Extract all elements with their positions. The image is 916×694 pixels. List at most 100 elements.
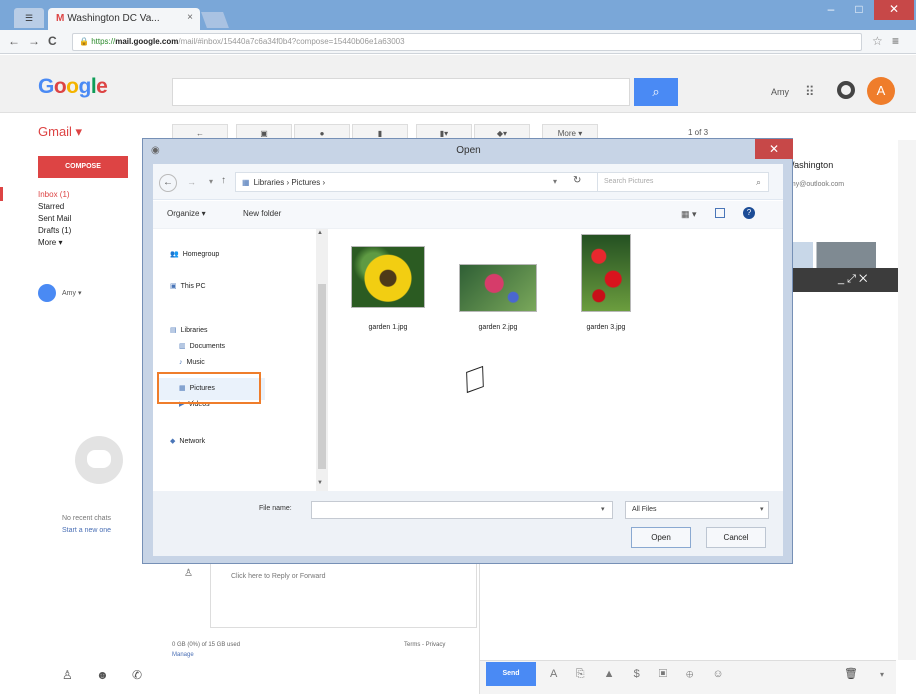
hangouts-user-menu[interactable]: Amy ▾ — [62, 289, 81, 297]
google-header: Google ⌕ Amy ⠿ A — [0, 55, 916, 113]
tree-label: Libraries — [180, 327, 208, 334]
folder-inbox[interactable]: Inbox (1) — [38, 190, 70, 199]
more-options-icon[interactable]: ▾ — [880, 670, 884, 679]
folder-starred[interactable]: Starred — [38, 202, 64, 211]
google-logo[interactable]: Google — [38, 75, 108, 99]
hangouts-footer-icons[interactable]: ♙ ☻ ✆ — [62, 668, 152, 682]
compose-button[interactable]: COMPOSE — [38, 156, 128, 178]
header-user-name[interactable]: Amy — [771, 87, 789, 97]
open-file-dialog: ◉ Open ✕ ← → ▾ ↑ ▦ Libraries › Pictures ›… — [142, 138, 793, 564]
page-scrollbar[interactable] — [898, 140, 916, 660]
window-maximize-button[interactable]: □ — [846, 0, 872, 20]
window-minimize-button[interactable]: – — [818, 0, 844, 20]
browser-menu-button[interactable]: ≡ — [892, 34, 899, 48]
music-icon: ♪ — [179, 359, 183, 366]
refresh-icon[interactable]: ↻ — [573, 175, 581, 186]
dialog-close-button[interactable]: ✕ — [755, 139, 793, 159]
tree-label: Documents — [189, 343, 226, 350]
help-icon[interactable]: ? — [743, 207, 755, 219]
url-path: /mail/#inbox/15440a7c6a34f0b4?compose=15… — [178, 37, 405, 46]
view-options-icon[interactable]: ▦ ▾ — [681, 209, 697, 220]
folder-sent[interactable]: Sent Mail — [38, 214, 71, 223]
search-placeholder: Search Pictures — [604, 178, 654, 185]
tree-documents[interactable]: ▥ Documents — [179, 342, 225, 350]
tree-homegroup[interactable]: 👥 Homegroup — [170, 250, 219, 258]
back-icon[interactable]: ← — [8, 34, 20, 48]
filetype-dropdown-icon[interactable]: ▾ — [760, 505, 764, 513]
file-name-label: File name: — [259, 505, 292, 512]
cancel-button[interactable]: Cancel — [706, 527, 766, 548]
path-dropdown-icon[interactable]: ▾ — [553, 177, 557, 186]
history-dropdown-icon[interactable]: ▾ — [209, 177, 213, 186]
tree-label: This PC — [180, 283, 206, 290]
url-domain: mail.google.com — [115, 37, 179, 46]
garden-2-label[interactable]: garden 2.jpg — [459, 324, 537, 331]
tree-network[interactable]: ◆ Network — [170, 437, 205, 445]
tab-title: Washington DC Va... — [67, 13, 160, 24]
scroll-down-icon[interactable]: ▼ — [317, 480, 323, 486]
user-avatar-icon[interactable] — [38, 284, 56, 302]
garden-1-label[interactable]: garden 1.jpg — [351, 324, 425, 331]
dialog-body: ← → ▾ ↑ ▦ Libraries › Pictures › ▾ ↻ Sear… — [153, 164, 783, 556]
file-type-select[interactable]: All Files — [625, 501, 769, 519]
garden-3-thumbnail[interactable] — [581, 234, 631, 312]
folder-more[interactable]: More ▾ — [38, 238, 62, 247]
back-icon[interactable]: ← — [159, 174, 177, 192]
manage-storage-link[interactable]: Manage — [172, 652, 194, 658]
tree-label: Music — [186, 359, 205, 366]
send-button[interactable]: Send — [486, 662, 536, 686]
preview-pane-icon[interactable] — [715, 208, 725, 218]
terms-privacy-link[interactable]: Terms - Privacy — [404, 642, 445, 648]
search-icon: ⌕ — [756, 177, 762, 187]
dialog-command-bar: Organize ▾ New folder ▦ ▾ ? — [153, 201, 783, 229]
dialog-bottom-panel: File name: ▾ All Files ▾ Open Cancel — [153, 491, 783, 556]
avatar[interactable]: A — [867, 77, 895, 105]
open-button[interactable]: Open — [631, 527, 691, 548]
garden-3-label[interactable]: garden 3.jpg — [573, 324, 639, 331]
apps-grid-icon[interactable]: ⠿ — [805, 84, 815, 100]
message-pager: 1 of 3 — [688, 128, 709, 137]
filename-dropdown-icon[interactable]: ▾ — [601, 505, 605, 513]
reply-box[interactable]: Click here to Reply or Forward — [210, 560, 477, 628]
bookmark-star-icon[interactable]: ☆ — [872, 34, 883, 48]
notifications-icon[interactable] — [837, 81, 855, 99]
scroll-up-icon[interactable]: ▲ — [317, 230, 323, 236]
up-folder-icon[interactable]: ↑ — [221, 175, 226, 186]
gmail-menu[interactable]: Gmail ▾ — [38, 124, 82, 140]
dialog-navigation-bar: ← → ▾ ↑ ▦ Libraries › Pictures › ▾ ↻ Sear… — [153, 164, 783, 200]
browser-toolbar: ← → C 🔒 https://mail.google.com/mail/#in… — [0, 30, 916, 54]
garden-1-thumbnail[interactable] — [351, 246, 425, 308]
google-search-input[interactable] — [172, 78, 630, 106]
tree-this-pc[interactable]: ▣ This PC — [170, 282, 206, 290]
computer-icon: ▣ — [170, 283, 177, 290]
garden-2-thumbnail[interactable] — [459, 264, 537, 312]
folder-drafts[interactable]: Drafts (1) — [38, 226, 71, 235]
forward-icon[interactable]: → — [187, 177, 196, 187]
scrollbar-thumb[interactable] — [318, 284, 326, 469]
discard-draft-icon[interactable]: 🗑 — [844, 667, 858, 680]
forward-icon[interactable]: → — [28, 34, 40, 48]
new-folder-button[interactable]: New folder — [243, 209, 281, 218]
url-scheme: https:// — [91, 37, 116, 46]
compose-format-icons[interactable]: A ⎘ ▲ $ ▣ ⊕ ☺ — [550, 668, 732, 681]
homegroup-icon: 👥 — [170, 251, 179, 258]
dialog-search-input[interactable]: Search Pictures ⌕ — [597, 172, 769, 192]
browser-tab[interactable]: M Washington DC Va... × — [48, 8, 200, 30]
network-icon: ◆ — [170, 438, 176, 445]
tree-libraries[interactable]: ▤ Libraries — [170, 326, 207, 334]
start-new-chat-link[interactable]: Start a new one — [62, 527, 111, 534]
tab-close-icon[interactable]: × — [187, 12, 193, 23]
new-tab-button[interactable] — [201, 12, 229, 28]
browser-menu-icon[interactable]: ☰ — [14, 8, 44, 28]
window-close-button[interactable]: ✕ — [874, 0, 914, 20]
tree-music[interactable]: ♪ Music — [179, 359, 205, 366]
search-button[interactable]: ⌕ — [634, 78, 678, 106]
reload-icon[interactable]: C — [48, 34, 57, 48]
address-bar[interactable]: 🔒 https://mail.google.com/mail/#inbox/15… — [72, 33, 862, 51]
organize-menu[interactable]: Organize ▾ — [167, 209, 206, 218]
file-name-input[interactable] — [311, 501, 613, 519]
libraries-icon: ▤ — [170, 327, 177, 334]
dialog-title: Open — [456, 145, 481, 156]
compose-window-controls[interactable]: _ ⤢ ✕ — [786, 268, 898, 292]
path-breadcrumb[interactable]: ▦ Libraries › Pictures › — [235, 172, 655, 192]
